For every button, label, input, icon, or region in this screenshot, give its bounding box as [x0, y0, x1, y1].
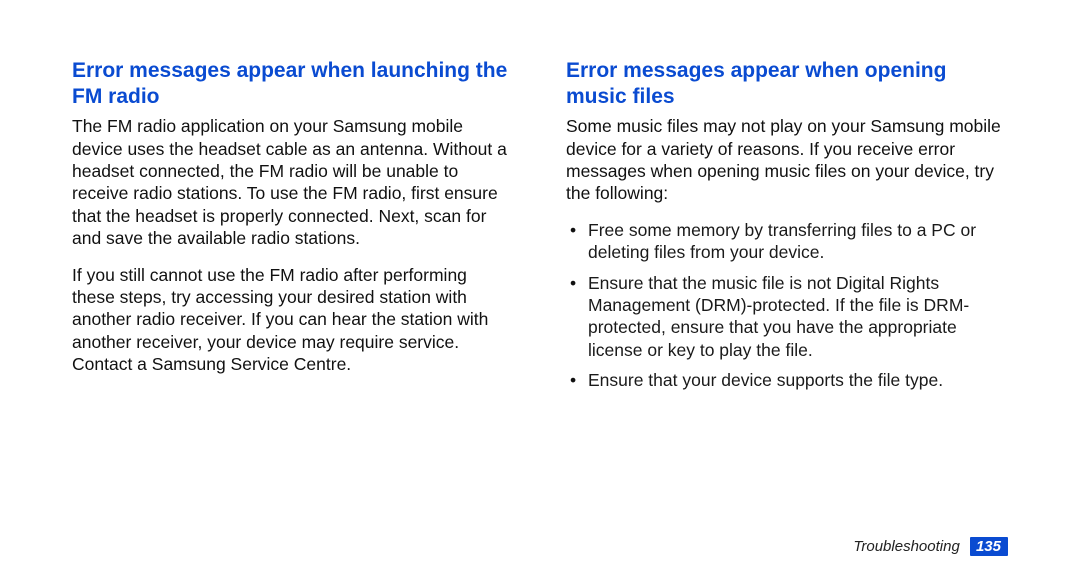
- list-item: Ensure that the music file is not Digita…: [584, 272, 1008, 362]
- right-column: Error messages appear when opening music…: [566, 58, 1008, 400]
- paragraph-fm-radio-antenna: The FM radio application on your Samsung…: [72, 115, 514, 249]
- page: Error messages appear when launching the…: [0, 0, 1080, 586]
- heading-music-file-errors: Error messages appear when opening music…: [566, 58, 1008, 109]
- left-column: Error messages appear when launching the…: [72, 58, 514, 400]
- bullet-list-music-fixes: Free some memory by transferring files t…: [566, 219, 1008, 392]
- footer-section-name: Troubleshooting: [853, 538, 959, 555]
- footer-page-number: 135: [970, 537, 1008, 556]
- list-item: Free some memory by transferring files t…: [584, 219, 1008, 264]
- list-item: Ensure that your device supports the fil…: [584, 369, 1008, 391]
- heading-fm-radio-errors: Error messages appear when launching the…: [72, 58, 514, 109]
- paragraph-fm-radio-service: If you still cannot use the FM radio aft…: [72, 264, 514, 376]
- paragraph-music-intro: Some music files may not play on your Sa…: [566, 115, 1008, 205]
- two-column-layout: Error messages appear when launching the…: [72, 58, 1008, 400]
- page-footer: Troubleshooting 135: [72, 537, 1008, 556]
